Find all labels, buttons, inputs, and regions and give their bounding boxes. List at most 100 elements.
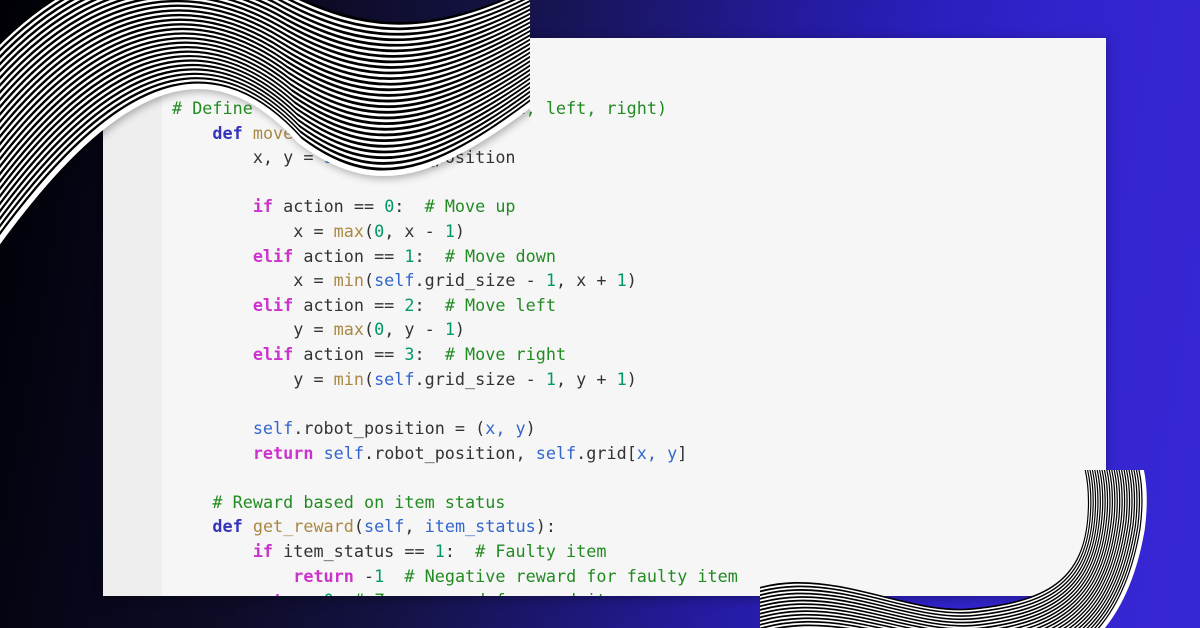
code-token-txt: :: [414, 294, 445, 315]
code-token-txt: ,: [404, 516, 425, 537]
code-token-txt: .grid_size -: [414, 270, 546, 291]
code-line: self.robot_position = (x, y): [172, 416, 738, 441]
code-token-self: self: [323, 442, 364, 463]
code-token-fn: get_reward: [252, 516, 354, 537]
code-token-txt: ): [454, 221, 466, 242]
code-token-txt: .robot_position,: [363, 442, 536, 463]
code-line: x = max(0, x - 1): [172, 219, 738, 244]
code-token-num: 3: [404, 344, 415, 365]
code-token-num: 1: [616, 270, 627, 291]
code-token-kw2: return: [253, 590, 314, 596]
code-token-num: 1: [444, 319, 455, 340]
code-token-txt: .grid[: [576, 442, 637, 463]
code-token-txt: .grid_size -: [414, 368, 546, 389]
code-token-txt: :: [414, 245, 445, 266]
code-token-kw2: elif: [252, 294, 294, 315]
code-token-txt: ):: [424, 122, 445, 143]
code-card-body: # Define the actions (move up, down, lef…: [162, 38, 1106, 596]
code-token-num: 0: [374, 221, 385, 242]
code-token-txt: , x -: [384, 221, 445, 242]
code-token-txt: , x +: [555, 270, 617, 291]
code-token-txt: y =: [172, 319, 334, 340]
code-token-txt: action ==: [293, 344, 405, 365]
code-token-txt: (: [363, 270, 375, 291]
code-token-num: 1: [545, 368, 556, 389]
code-token-cmt: # Define the actions (move up, down, lef…: [172, 98, 668, 118]
code-card: # Define the actions (move up, down, lef…: [103, 38, 1106, 596]
code-token-txt: ): [525, 417, 536, 438]
code-token-self: x, y: [636, 442, 678, 463]
code-token-txt: y =: [172, 368, 334, 389]
code-token-num: 1: [374, 565, 385, 586]
code-line: # Reward based on item status: [172, 490, 738, 515]
code-token-txt: (: [363, 368, 375, 389]
code-token-txt: (: [293, 122, 304, 143]
code-token-txt: item_status ==: [273, 540, 435, 561]
code-token-txt: , y -: [384, 319, 445, 340]
code-token-txt: x, y =: [172, 147, 324, 168]
code-token-txt: :: [444, 540, 476, 561]
code-line: x = min(self.grid_size - 1, x + 1): [172, 268, 738, 293]
code-token-txt: action ==: [293, 294, 405, 315]
code-token-num: 1: [434, 540, 445, 561]
code-token-bi: min: [333, 270, 364, 291]
code-line: elif action == 2: # Move left: [172, 293, 738, 318]
code-token-txt: x =: [172, 270, 334, 291]
code-token-txt: action ==: [273, 196, 385, 217]
code-line: def move(self, action):: [172, 121, 738, 146]
code-token-self: self: [364, 516, 405, 537]
code-line: y = min(self.grid_size - 1, y + 1): [172, 367, 738, 392]
code-token-txt: (: [353, 516, 364, 537]
code-block[interactable]: # Define the actions (move up, down, lef…: [172, 96, 738, 596]
code-token-self: self: [303, 122, 344, 143]
code-token-self: self: [323, 147, 364, 168]
code-token-txt: , y +: [555, 368, 617, 389]
code-token-num: 1: [404, 245, 415, 266]
code-line: return 0 # Zero reward for good item: [172, 588, 738, 596]
code-token-cmt: # Faulty item: [475, 540, 607, 561]
code-token-cmt: # Zero reward for good item: [354, 590, 627, 596]
code-token-bi: max: [333, 319, 364, 340]
code-line: if item_status == 1: # Faulty item: [172, 539, 738, 564]
code-token-bi: min: [333, 368, 364, 389]
code-token-self: self: [252, 417, 294, 438]
code-token-self: self: [374, 270, 415, 291]
screenshot-stage: # Define the actions (move up, down, lef…: [0, 0, 1200, 628]
code-token-self: x, y: [485, 417, 526, 438]
code-token-kw2: return: [293, 565, 354, 586]
code-token-cmt: # Reward based on item status: [212, 491, 506, 512]
code-token-kw: def: [212, 122, 243, 143]
code-token-self: self: [374, 368, 415, 389]
code-line: y = max(0, y - 1): [172, 317, 738, 342]
code-token-txt: :: [394, 196, 425, 217]
code-token-kw: def: [212, 516, 243, 537]
code-token-num: 1: [444, 221, 455, 242]
code-line: elif action == 1: # Move down: [172, 244, 738, 269]
code-line: elif action == 3: # Move right: [172, 342, 738, 367]
code-token-cmt: # Move down: [444, 245, 556, 266]
code-token-txt: :: [414, 344, 445, 365]
code-token-txt: .robot_position: [363, 147, 516, 168]
code-token-num: 0: [374, 319, 385, 340]
code-token-param: action: [364, 122, 425, 143]
code-token-bi: max: [333, 221, 364, 242]
code-token-param: item_status: [424, 516, 536, 537]
code-token-txt: ): [626, 270, 637, 291]
code-token-kw2: if: [252, 196, 274, 217]
code-token-num: 2: [404, 294, 415, 315]
code-token-cmt: # Move up: [424, 196, 516, 217]
